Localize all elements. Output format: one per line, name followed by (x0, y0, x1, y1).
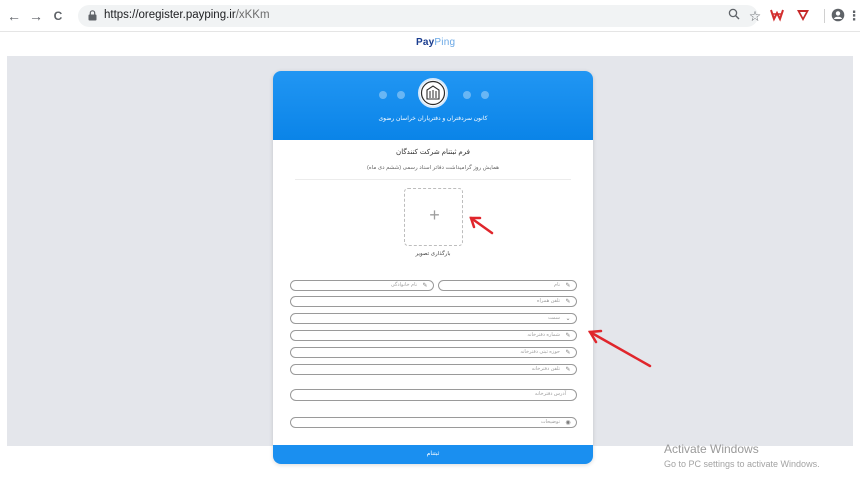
pencil-icon: ✎ (422, 283, 428, 289)
social-instagram-icon[interactable] (379, 91, 387, 99)
office-number-field[interactable]: ✎ شماره دفترخانه (290, 330, 577, 341)
shield-extension-icon[interactable] (795, 8, 811, 24)
screen: ← → C https://oregister.payping.ir/xKKm … (0, 0, 860, 486)
browser-toolbar: ← → C https://oregister.payping.ir/xKKm … (0, 0, 860, 32)
pencil-icon: ✎ (565, 299, 571, 305)
reload-icon[interactable]: C (50, 8, 66, 24)
address-bar[interactable]: https://oregister.payping.ir/xKKm (78, 5, 758, 27)
position-select[interactable]: ⌄ سمت (290, 313, 577, 324)
first-name-field[interactable]: ✎ نام (438, 280, 577, 291)
organization-logo (418, 78, 448, 108)
office-area-field[interactable]: ✎ حوزه ثبتی دفترخانه (290, 347, 577, 358)
form-title: فرم ثبتنام شرکت کنندگان (396, 149, 470, 156)
extension-icon[interactable] (770, 8, 786, 24)
menu-icon[interactable]: ⋮ (846, 8, 860, 24)
bookmark-star-icon[interactable]: ☆ (747, 8, 763, 24)
form-subtitle: همایش روز گرامیداشت دفاتر اسناد رسمی (شش… (366, 165, 500, 171)
toolbar-divider (824, 9, 825, 23)
lock-icon (88, 10, 97, 21)
social-web-icon[interactable] (481, 91, 489, 99)
activate-windows-title: Activate Windows (664, 442, 759, 456)
office-address-field[interactable]: آدرس دفترخانه (290, 389, 577, 401)
plus-icon: + (429, 205, 440, 225)
pencil-icon: ✎ (565, 333, 571, 339)
office-phone-field[interactable]: ✎ تلفن دفترخانه (290, 364, 577, 375)
image-upload-button[interactable]: + (404, 188, 463, 246)
info-icon: ◉ (565, 420, 571, 426)
back-arrow-icon[interactable]: ← (6, 8, 22, 24)
pencil-icon: ✎ (565, 350, 571, 356)
pencil-icon: ✎ (565, 283, 571, 289)
divider (295, 179, 571, 180)
social-twitter-icon[interactable] (397, 91, 405, 99)
payping-logo[interactable]: PayPing (416, 37, 455, 48)
activate-windows-subtitle: Go to PC settings to activate Windows. (664, 459, 820, 469)
organization-name: کانون سردفتران و دفتریاران خراسان رضوی (378, 116, 488, 122)
notes-field[interactable]: ◉ توضیحات (290, 417, 577, 428)
social-telegram-icon[interactable] (463, 91, 471, 99)
upload-image-label: بارگذاری تصویر (415, 251, 451, 257)
url-text: https://oregister.payping.ir/xKKm (104, 9, 270, 21)
submit-button[interactable]: ثبتنام (273, 445, 593, 464)
site-header: PayPing (0, 32, 860, 56)
pencil-icon: ✎ (565, 367, 571, 373)
registration-card: کانون سردفتران و دفتریاران خراسان رضوی ف… (273, 71, 593, 464)
last-name-field[interactable]: ✎ نام خانوادگی (290, 280, 434, 291)
chevron-down-icon: ⌄ (565, 316, 571, 322)
card-header: کانون سردفتران و دفتریاران خراسان رضوی (273, 71, 593, 140)
forward-arrow-icon[interactable]: → (28, 8, 44, 24)
profile-icon[interactable] (830, 8, 846, 24)
mobile-field[interactable]: ✎ تلفن همراه (290, 296, 577, 307)
zoom-icon[interactable] (726, 8, 742, 24)
